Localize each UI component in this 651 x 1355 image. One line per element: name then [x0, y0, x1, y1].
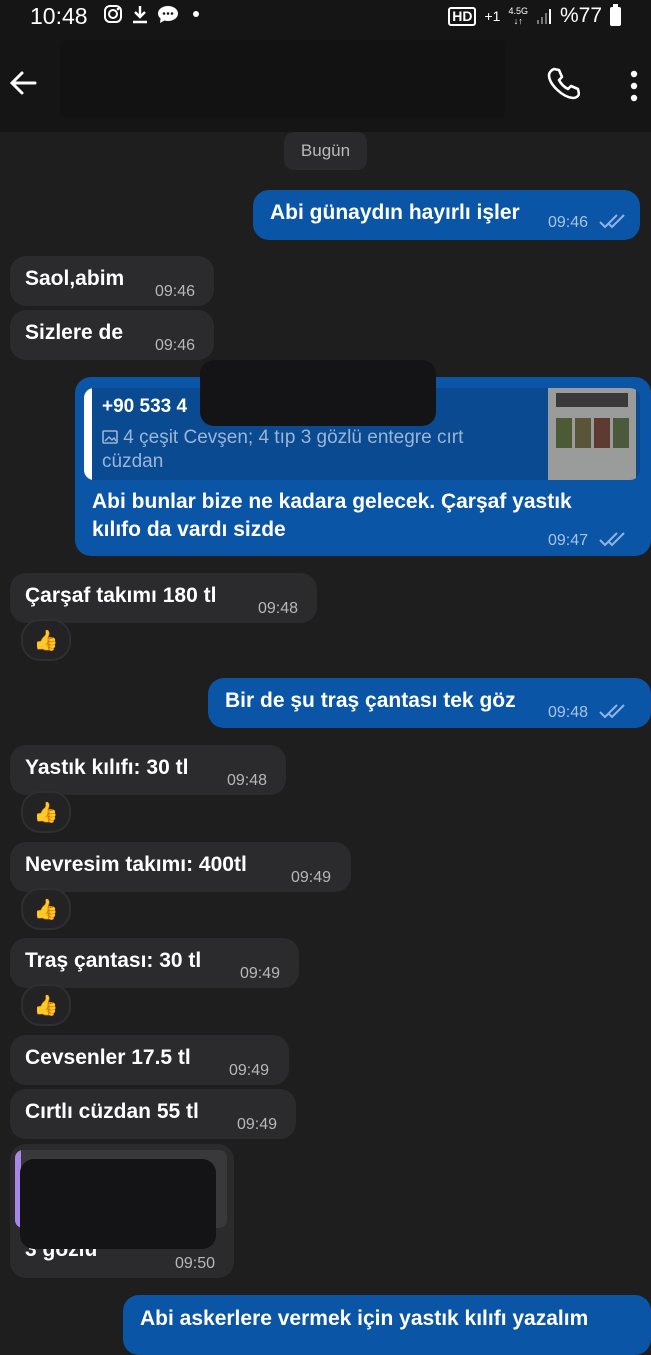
back-arrow-icon[interactable]: [8, 68, 38, 98]
message-text: Abi askerlere vermek için yastık kılıfı …: [140, 1307, 589, 1330]
message-text: Cırtlı cüzdan 55 tl: [25, 1100, 199, 1123]
incoming-message[interactable]: Traş çantası: 30 tl 09:49: [10, 938, 299, 988]
outgoing-message[interactable]: Bir de şu traş çantası tek göz 09:48: [208, 678, 651, 728]
more-notifications-dot: [193, 11, 199, 17]
incoming-message[interactable]: Yastık kılıfı: 30 tl 09:48: [10, 745, 286, 795]
quoted-text: 4 çeşit Cevşen; 4 tıp 3 gözlü entegre cı…: [102, 427, 464, 472]
message-time: 09:49: [237, 1116, 278, 1133]
more-options-icon[interactable]: [630, 70, 638, 104]
message-text-line1: Abi bunlar bize ne kadara gelecek. Çarşa…: [92, 490, 572, 513]
incoming-message[interactable]: Cevsenler 17.5 tl 09:49: [10, 1035, 289, 1085]
message-text: Sizlere de: [25, 321, 124, 344]
download-icon: [133, 6, 147, 24]
message-time: 09:48: [258, 600, 299, 617]
message-time: 09:49: [229, 1062, 270, 1079]
message-time: 09:46: [155, 337, 196, 354]
instagram-icon: [104, 5, 122, 23]
message-text: Saol,abim: [25, 267, 125, 290]
battery-icon: [610, 3, 621, 26]
incoming-message[interactable]: Saol,abim 09:46: [10, 256, 214, 306]
outgoing-message[interactable]: Abi askerlere vermek için yastık kılıfı …: [123, 1295, 651, 1355]
chat-notification-icon: [158, 6, 178, 23]
message-time: 09:48: [548, 704, 589, 721]
reaction-thumbs-up[interactable]: 👍: [21, 791, 71, 833]
message-time: 09:49: [291, 869, 332, 886]
read-receipt-icon: [599, 704, 625, 719]
message-text: Abi günaydın hayırlı işler: [270, 201, 520, 224]
incoming-message[interactable]: Sizlere de 09:46: [10, 310, 214, 360]
message-text: Çarşaf takımı 180 tl: [25, 584, 217, 607]
redacted-region: [20, 1159, 216, 1249]
message-time: 09:47: [548, 532, 589, 549]
contact-name-redacted[interactable]: [60, 40, 505, 118]
reaction-thumbs-up[interactable]: 👍: [21, 984, 71, 1026]
notification-icons: [103, 4, 199, 24]
quoted-image-thumbnail: [548, 388, 636, 480]
read-receipt-icon: [599, 214, 625, 229]
status-bar: 10:48 HD +1 4.5G ↓↑ %77: [0, 0, 651, 32]
incoming-message[interactable]: Çarşaf takımı 180 tl 09:48: [10, 573, 317, 623]
date-separator: Bugün: [284, 132, 367, 170]
status-time: 10:48: [30, 3, 88, 29]
message-time: 09:48: [227, 772, 268, 789]
image-icon: [102, 430, 118, 444]
outgoing-message[interactable]: Abi günaydın hayırlı işler 09:46: [253, 190, 640, 240]
message-time: 09:49: [240, 965, 281, 982]
incoming-message[interactable]: Nevresim takımı: 400tl 09:49: [10, 842, 351, 892]
reaction-thumbs-up[interactable]: 👍: [21, 619, 71, 661]
message-text: Yastık kılıfı: 30 tl: [25, 756, 189, 779]
quote-accent-bar: [84, 388, 92, 480]
hd-voice-icon: HD: [448, 6, 477, 26]
message-text-line2: kılıfo da vardı sizde: [92, 518, 286, 541]
message-time: 09:50: [175, 1255, 216, 1272]
redacted-region: [200, 360, 436, 426]
message-text: Nevresim takımı: 400tl: [25, 853, 247, 876]
read-receipt-icon: [599, 532, 625, 547]
network-type: 4.5G ↓↑: [508, 6, 528, 26]
chat-header: [0, 32, 651, 132]
battery-percent: %77: [559, 4, 602, 27]
plus-one-indicator: +1: [484, 8, 501, 24]
incoming-message[interactable]: Cırtlı cüzdan 55 tl 09:49: [10, 1089, 296, 1139]
phone-call-icon[interactable]: [546, 66, 580, 100]
quoted-sender: +90 533 4: [102, 396, 188, 417]
message-time: 09:46: [155, 283, 196, 300]
message-text: Cevsenler 17.5 tl: [25, 1046, 191, 1069]
signal-icon: [536, 9, 551, 24]
message-text: Traş çantası: 30 tl: [25, 949, 202, 972]
reaction-thumbs-up[interactable]: 👍: [21, 888, 71, 930]
status-right: HD +1 4.5G ↓↑ %77: [448, 3, 621, 28]
message-text: Bir de şu traş çantası tek göz: [225, 689, 516, 712]
message-time: 09:46: [548, 214, 589, 231]
